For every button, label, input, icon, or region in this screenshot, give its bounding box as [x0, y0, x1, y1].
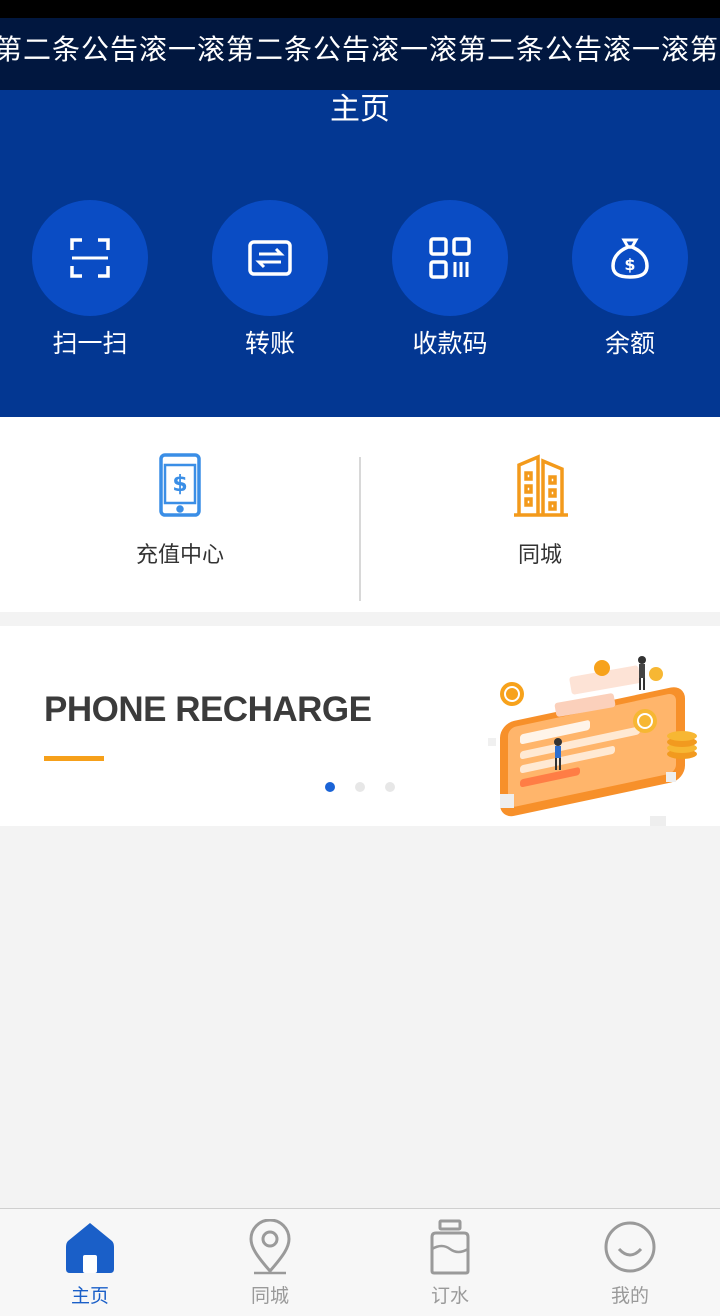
qr-code-label: 收款码	[412, 329, 488, 358]
scan-label: 扫一扫	[52, 329, 128, 358]
transfer-icon	[248, 240, 292, 276]
balance-label: 余额	[604, 329, 655, 358]
qr-code-icon	[429, 237, 471, 279]
tab-home-label: 主页	[70, 1285, 109, 1307]
water-bottle-icon	[430, 1219, 470, 1275]
balance-button[interactable]: $ 余额	[540, 200, 720, 364]
tab-order-water[interactable]: 订水	[360, 1209, 540, 1316]
same-city-label: 同城	[517, 543, 562, 568]
header-panel: 主页 扫一扫 转账 收款码 $ 余额	[0, 90, 720, 417]
tab-order-water-label: 订水	[430, 1285, 469, 1307]
qr-code-button[interactable]: 收款码	[360, 200, 540, 364]
recharge-center-item[interactable]: $ 充值中心	[0, 417, 360, 612]
scan-icon	[70, 238, 110, 278]
transfer-button[interactable]: 转账	[180, 200, 360, 364]
money-bag-icon-circle[interactable]: $	[572, 200, 688, 316]
transfer-label: 转账	[244, 329, 295, 358]
home-icon	[66, 1223, 114, 1273]
recharge-center-label: 充值中心	[135, 543, 224, 568]
tab-same-city-label: 同城	[250, 1285, 289, 1307]
tab-home[interactable]: 主页	[0, 1209, 180, 1316]
scan-icon-circle[interactable]	[32, 200, 148, 316]
svg-text:$: $	[624, 255, 635, 274]
svg-text:$: $	[172, 472, 187, 497]
qr-code-icon-circle[interactable]	[392, 200, 508, 316]
bottom-tab-bar: 主页 同城 订水 我的	[0, 1208, 720, 1316]
tab-mine[interactable]: 我的	[540, 1209, 720, 1316]
phone-payment-illustration	[488, 656, 697, 826]
scan-button[interactable]: 扫一扫	[0, 200, 180, 364]
announcement-marquee[interactable]: 第二条公告滚一滚第二条公告滚一滚第二条公告滚一滚第二条公告滚一滚	[0, 18, 720, 90]
location-pin-icon	[249, 1219, 291, 1275]
money-bag-icon: $	[611, 238, 649, 279]
announcement-text: 第二条公告滚一滚第二条公告滚一滚第二条公告滚一滚第二条公告滚一滚	[0, 33, 720, 66]
status-bar	[0, 0, 720, 18]
banner-title: PHONE RECHARGE	[44, 690, 372, 729]
buildings-icon	[514, 454, 568, 517]
carousel-dot-3[interactable]	[385, 782, 395, 792]
carousel-dot-2[interactable]	[355, 782, 365, 792]
smiley-face-icon	[604, 1221, 656, 1273]
services-panel: $ 充值中心 同城	[0, 417, 720, 612]
tab-same-city[interactable]: 同城	[180, 1209, 360, 1316]
promo-banner[interactable]: PHONE RECHARGE	[0, 626, 720, 826]
tab-mine-label: 我的	[610, 1285, 649, 1307]
phone-recharge-icon: $	[159, 453, 201, 517]
transfer-icon-circle[interactable]	[212, 200, 328, 316]
carousel-dot-1[interactable]	[325, 782, 335, 792]
same-city-item[interactable]: 同城	[360, 417, 720, 612]
banner-accent-bar	[44, 756, 104, 761]
page-title: 主页	[330, 92, 390, 127]
